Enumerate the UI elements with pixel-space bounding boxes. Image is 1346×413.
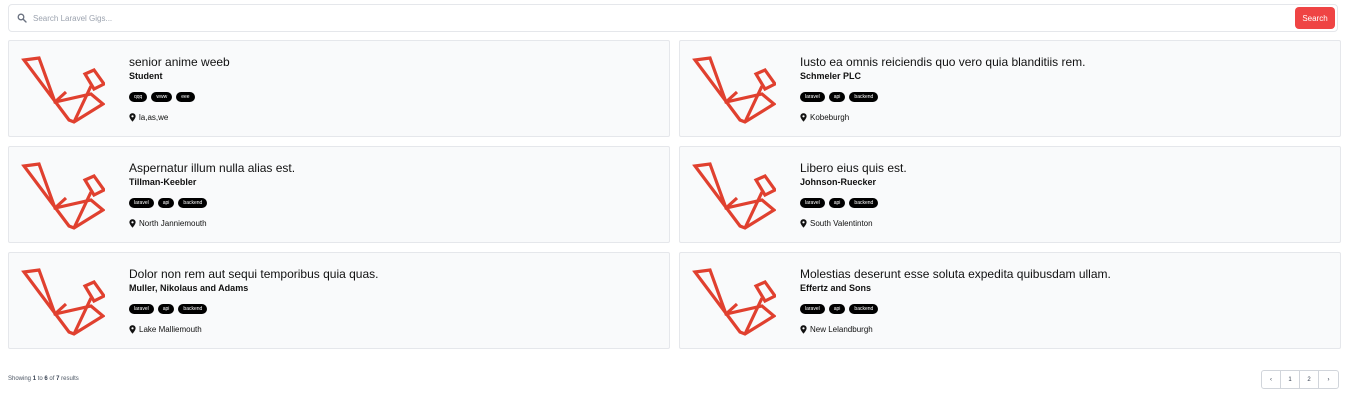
listing-location: North Janniemouth — [129, 219, 295, 228]
location-text: Kobeburgh — [810, 113, 850, 122]
listing-location: la,as,we — [129, 113, 230, 122]
location-text: Lake Malliemouth — [139, 325, 202, 334]
listing-company: Schmeler PLC — [800, 71, 862, 81]
tag-badge[interactable]: laravel — [800, 304, 825, 314]
search-button[interactable]: Search — [1295, 7, 1335, 29]
laravel-logo-icon — [21, 268, 107, 336]
laravel-logo-icon — [21, 162, 107, 230]
listing-content: Iusto ea omnis reiciendis quo vero quia … — [800, 55, 1085, 122]
listing-company: Student — [129, 71, 163, 81]
results-showing-label: Showing — [8, 376, 32, 382]
next-page-button[interactable]: › — [1319, 371, 1338, 388]
tag-badge[interactable]: laravel — [800, 92, 825, 102]
tag-badge[interactable]: eee — [176, 92, 195, 102]
map-pin-icon — [129, 113, 136, 122]
tag-badge[interactable]: www — [151, 92, 173, 102]
location-text: South Valentinton — [810, 219, 873, 228]
tag-badge[interactable]: api — [157, 304, 175, 314]
tag-badge[interactable]: backend — [849, 198, 879, 208]
listing-location: South Valentinton — [800, 219, 907, 228]
laravel-logo-icon — [692, 162, 778, 230]
listing-title[interactable]: Iusto ea omnis reiciendis quo vero quia … — [800, 55, 1085, 70]
listing-location: Kobeburgh — [800, 113, 1085, 122]
results-summary: Showing 1 to 6 of 7 results — [8, 376, 79, 382]
listing-content: Aspernatur illum nulla alias est. Tillma… — [129, 161, 295, 228]
listing-content: Molestias deserunt esse soluta expedita … — [800, 267, 1111, 334]
listing-title[interactable]: Dolor non rem aut sequi temporibus quia … — [129, 267, 378, 282]
listing-card-3[interactable]: Aspernatur illum nulla alias est. Tillma… — [8, 146, 670, 243]
listing-content: Dolor non rem aut sequi temporibus quia … — [129, 267, 378, 334]
tag-badge[interactable]: api — [828, 198, 846, 208]
listing-tags: laravel api backend — [129, 198, 295, 208]
map-pin-icon — [800, 325, 807, 334]
listing-tags: laravel api backend — [800, 304, 1111, 314]
listing-tags: laravel api backend — [800, 92, 1085, 102]
listing-card-1[interactable]: senior anime weeb Student qqq www eee la,a… — [8, 40, 670, 137]
laravel-logo-icon — [692, 56, 778, 124]
tag-badge[interactable]: laravel — [800, 198, 825, 208]
tag-badge[interactable]: api — [828, 304, 846, 314]
listing-card-4[interactable]: Libero eius quis est. Johnson-Ruecker la… — [679, 146, 1341, 243]
laravel-logo-icon — [692, 268, 778, 336]
tag-badge[interactable]: api — [828, 92, 846, 102]
location-text: la,as,we — [139, 113, 169, 122]
map-pin-icon — [800, 219, 807, 228]
tag-badge[interactable]: backend — [849, 92, 879, 102]
search-icon — [17, 13, 27, 23]
listing-card-2[interactable]: Iusto ea omnis reiciendis quo vero quia … — [679, 40, 1341, 137]
listing-title[interactable]: Aspernatur illum nulla alias est. — [129, 161, 295, 176]
listing-content: Libero eius quis est. Johnson-Ruecker la… — [800, 161, 907, 228]
results-from: 1 — [32, 376, 37, 382]
listing-company: Effertz and Sons — [800, 283, 872, 293]
laravel-logo-icon — [21, 56, 107, 124]
map-pin-icon — [800, 113, 807, 122]
pagination: ‹ 1 2 › — [1261, 370, 1339, 389]
previous-page-button[interactable]: ‹ — [1262, 371, 1281, 388]
tag-badge[interactable]: backend — [178, 198, 208, 208]
listing-company: Johnson-Ruecker — [800, 177, 877, 187]
listing-card-6[interactable]: Molestias deserunt esse soluta expedita … — [679, 252, 1341, 349]
listings-grid: senior anime weeb Student qqq www eee la,a… — [8, 40, 1341, 349]
map-pin-icon — [129, 219, 136, 228]
listing-tags: laravel api backend — [800, 198, 907, 208]
listing-title[interactable]: senior anime weeb — [129, 55, 230, 70]
search-bar: Search — [8, 4, 1338, 32]
results-total: 7 — [56, 376, 60, 382]
listing-title[interactable]: Libero eius quis est. — [800, 161, 907, 176]
listing-tags: laravel api backend — [129, 304, 378, 314]
listing-card-5[interactable]: Dolor non rem aut sequi temporibus quia … — [8, 252, 670, 349]
results-of-label: of — [49, 376, 55, 382]
tag-badge[interactable]: backend — [178, 304, 208, 314]
listing-company: Tillman-Keebler — [129, 177, 197, 187]
listing-content: senior anime weeb Student qqq www eee la,a… — [129, 55, 230, 122]
listing-location: New Lelandburgh — [800, 325, 1111, 334]
tag-badge[interactable]: laravel — [129, 304, 154, 314]
tag-badge[interactable]: backend — [849, 304, 879, 314]
map-pin-icon — [129, 325, 136, 334]
tag-badge[interactable]: api — [157, 198, 175, 208]
results-to: 6 — [44, 376, 48, 382]
results-word: results — [61, 376, 79, 382]
listing-title[interactable]: Molestias deserunt esse soluta expedita … — [800, 267, 1111, 282]
listing-location: Lake Malliemouth — [129, 325, 378, 334]
listing-company: Muller, Nikolaus and Adams — [129, 283, 249, 293]
tag-badge[interactable]: qqq — [129, 92, 148, 102]
search-input[interactable] — [33, 8, 1337, 28]
results-to-label: to — [37, 376, 43, 382]
listing-tags: qqq www eee — [129, 92, 230, 102]
page-2-button[interactable]: 2 — [1300, 371, 1319, 388]
tag-badge[interactable]: laravel — [129, 198, 154, 208]
page-1-button[interactable]: 1 — [1281, 371, 1300, 388]
location-text: New Lelandburgh — [810, 325, 873, 334]
location-text: North Janniemouth — [139, 219, 207, 228]
